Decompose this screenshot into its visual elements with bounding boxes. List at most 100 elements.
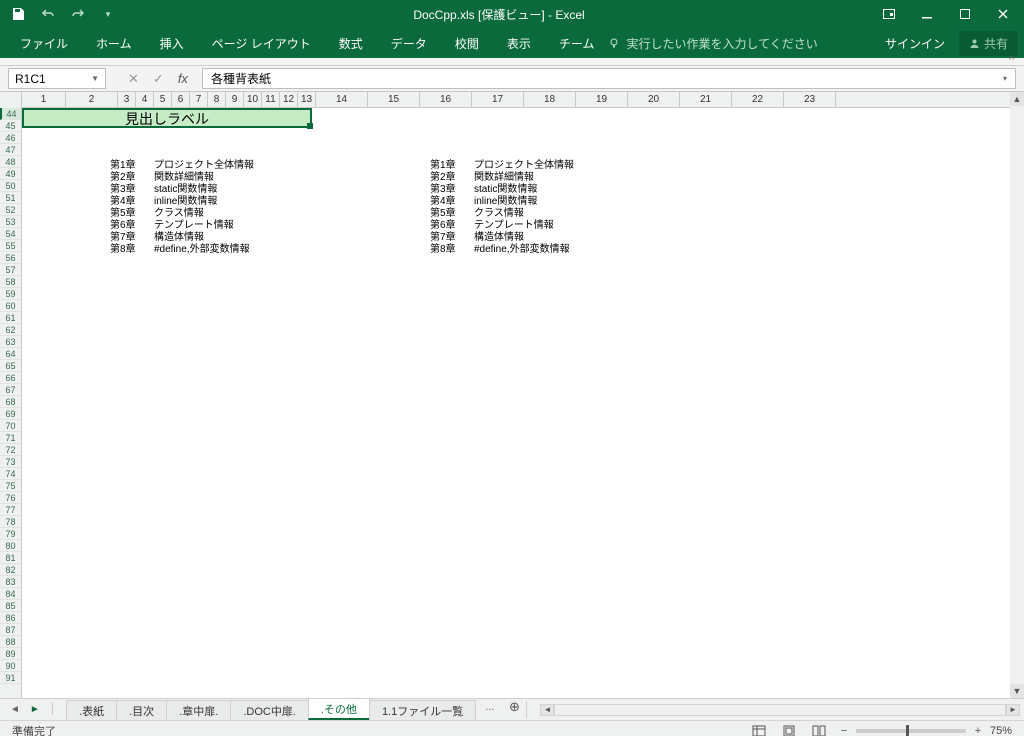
ribbon-display-icon[interactable]: [882, 7, 896, 21]
column-header[interactable]: 6: [172, 92, 190, 108]
row-header[interactable]: 77: [0, 504, 21, 516]
ribbon-tab-review[interactable]: 校閲: [441, 29, 493, 58]
zoom-in-button[interactable]: +: [972, 725, 984, 736]
row-header[interactable]: 66: [0, 372, 21, 384]
ribbon-tab-data[interactable]: データ: [377, 29, 441, 58]
row-header[interactable]: 83: [0, 576, 21, 588]
sheet-tabs-more[interactable]: ...: [475, 699, 504, 720]
name-box[interactable]: R1C1 ▼: [8, 68, 106, 89]
view-normal-icon[interactable]: [750, 724, 768, 736]
row-header[interactable]: 68: [0, 396, 21, 408]
ribbon-tab-home[interactable]: ホーム: [82, 29, 146, 58]
column-header[interactable]: 21: [680, 92, 732, 108]
row-header[interactable]: 91: [0, 672, 21, 684]
column-header[interactable]: 17: [472, 92, 524, 108]
scroll-right-icon[interactable]: ►: [1006, 704, 1020, 716]
expand-formula-bar-icon[interactable]: ▾: [1003, 74, 1007, 83]
column-header[interactable]: 1: [22, 92, 66, 108]
ribbon-collapse-bar[interactable]: [0, 58, 1024, 66]
row-header[interactable]: 70: [0, 420, 21, 432]
row-header[interactable]: 75: [0, 480, 21, 492]
row-header[interactable]: 62: [0, 324, 21, 336]
zoom-slider[interactable]: [856, 729, 966, 733]
sheet-tab[interactable]: 1.1ファイル一覧: [369, 700, 476, 720]
ribbon-tab-file[interactable]: ファイル: [6, 29, 82, 58]
sheet-tab[interactable]: .目次: [116, 700, 167, 720]
maximize-icon[interactable]: [958, 7, 972, 21]
row-header[interactable]: 59: [0, 288, 21, 300]
tell-me-search[interactable]: 実行したい作業を入力してください: [608, 35, 817, 52]
row-header[interactable]: 52: [0, 204, 21, 216]
row-header[interactable]: 85: [0, 600, 21, 612]
row-header[interactable]: 60: [0, 300, 21, 312]
heading-cell[interactable]: 見出しラベル: [22, 108, 312, 128]
vertical-scrollbar[interactable]: ▲ ▼: [1010, 92, 1024, 698]
column-header[interactable]: 10: [244, 92, 262, 108]
column-header[interactable]: 3: [118, 92, 136, 108]
minimize-icon[interactable]: [920, 7, 934, 21]
ribbon-tab-view[interactable]: 表示: [493, 29, 545, 58]
row-header[interactable]: 67: [0, 384, 21, 396]
ribbon-tab-team[interactable]: チーム: [545, 29, 609, 58]
cancel-formula-icon[interactable]: ✕: [128, 71, 139, 87]
row-header[interactable]: 87: [0, 624, 21, 636]
row-header[interactable]: 76: [0, 492, 21, 504]
column-header[interactable]: 20: [628, 92, 680, 108]
chevron-down-icon[interactable]: ▼: [91, 74, 99, 83]
row-header[interactable]: 56: [0, 252, 21, 264]
column-header[interactable]: 9: [226, 92, 244, 108]
row-header[interactable]: 88: [0, 636, 21, 648]
formula-input[interactable]: 各種背表紙 ▾: [202, 68, 1016, 89]
column-header[interactable]: 8: [208, 92, 226, 108]
hscroll-track[interactable]: [554, 704, 1006, 716]
row-header[interactable]: 74: [0, 468, 21, 480]
row-header[interactable]: 64: [0, 348, 21, 360]
row-header[interactable]: 54: [0, 228, 21, 240]
row-header[interactable]: 61: [0, 312, 21, 324]
column-header[interactable]: 5: [154, 92, 172, 108]
column-header[interactable]: 4: [136, 92, 154, 108]
sheet-nav-next-icon[interactable]: ►: [30, 704, 40, 715]
column-header[interactable]: 7: [190, 92, 208, 108]
fx-icon[interactable]: fx: [178, 71, 188, 86]
sheet-tab[interactable]: .DOC中扉.: [230, 700, 309, 720]
undo-icon[interactable]: [40, 6, 56, 22]
select-all-corner[interactable]: [0, 92, 22, 108]
scroll-left-icon[interactable]: ◄: [540, 704, 554, 716]
sheet-nav-prev-icon[interactable]: ◄: [10, 704, 20, 715]
row-header[interactable]: 90: [0, 660, 21, 672]
column-header[interactable]: 16: [420, 92, 472, 108]
row-header[interactable]: 53: [0, 216, 21, 228]
row-header[interactable]: 51: [0, 192, 21, 204]
row-header[interactable]: 86: [0, 612, 21, 624]
row-header[interactable]: 71: [0, 432, 21, 444]
redo-icon[interactable]: [70, 6, 86, 22]
row-header[interactable]: 79: [0, 528, 21, 540]
scroll-up-icon[interactable]: ▲: [1010, 92, 1024, 106]
column-header[interactable]: 14: [316, 92, 368, 108]
horizontal-scrollbar[interactable]: ◄ ►: [536, 699, 1024, 720]
column-header[interactable]: 13: [298, 92, 316, 108]
zoom-level[interactable]: 75%: [990, 725, 1012, 736]
share-button[interactable]: 共有: [959, 31, 1018, 56]
row-header[interactable]: 50: [0, 180, 21, 192]
row-header[interactable]: 44: [0, 108, 21, 120]
row-header[interactable]: 49: [0, 168, 21, 180]
signin-link[interactable]: サインイン: [885, 35, 945, 52]
row-header[interactable]: 72: [0, 444, 21, 456]
row-header[interactable]: 55: [0, 240, 21, 252]
row-header[interactable]: 84: [0, 588, 21, 600]
row-header[interactable]: 82: [0, 564, 21, 576]
row-header[interactable]: 46: [0, 132, 21, 144]
row-header[interactable]: 80: [0, 540, 21, 552]
zoom-out-button[interactable]: −: [838, 725, 850, 736]
column-header[interactable]: 2: [66, 92, 118, 108]
sheet-tab[interactable]: .章中扉.: [166, 700, 231, 720]
row-header[interactable]: 81: [0, 552, 21, 564]
row-header[interactable]: 45: [0, 120, 21, 132]
row-header[interactable]: 73: [0, 456, 21, 468]
row-header[interactable]: 58: [0, 276, 21, 288]
column-header[interactable]: 23: [784, 92, 836, 108]
column-header[interactable]: 11: [262, 92, 280, 108]
row-header[interactable]: 57: [0, 264, 21, 276]
